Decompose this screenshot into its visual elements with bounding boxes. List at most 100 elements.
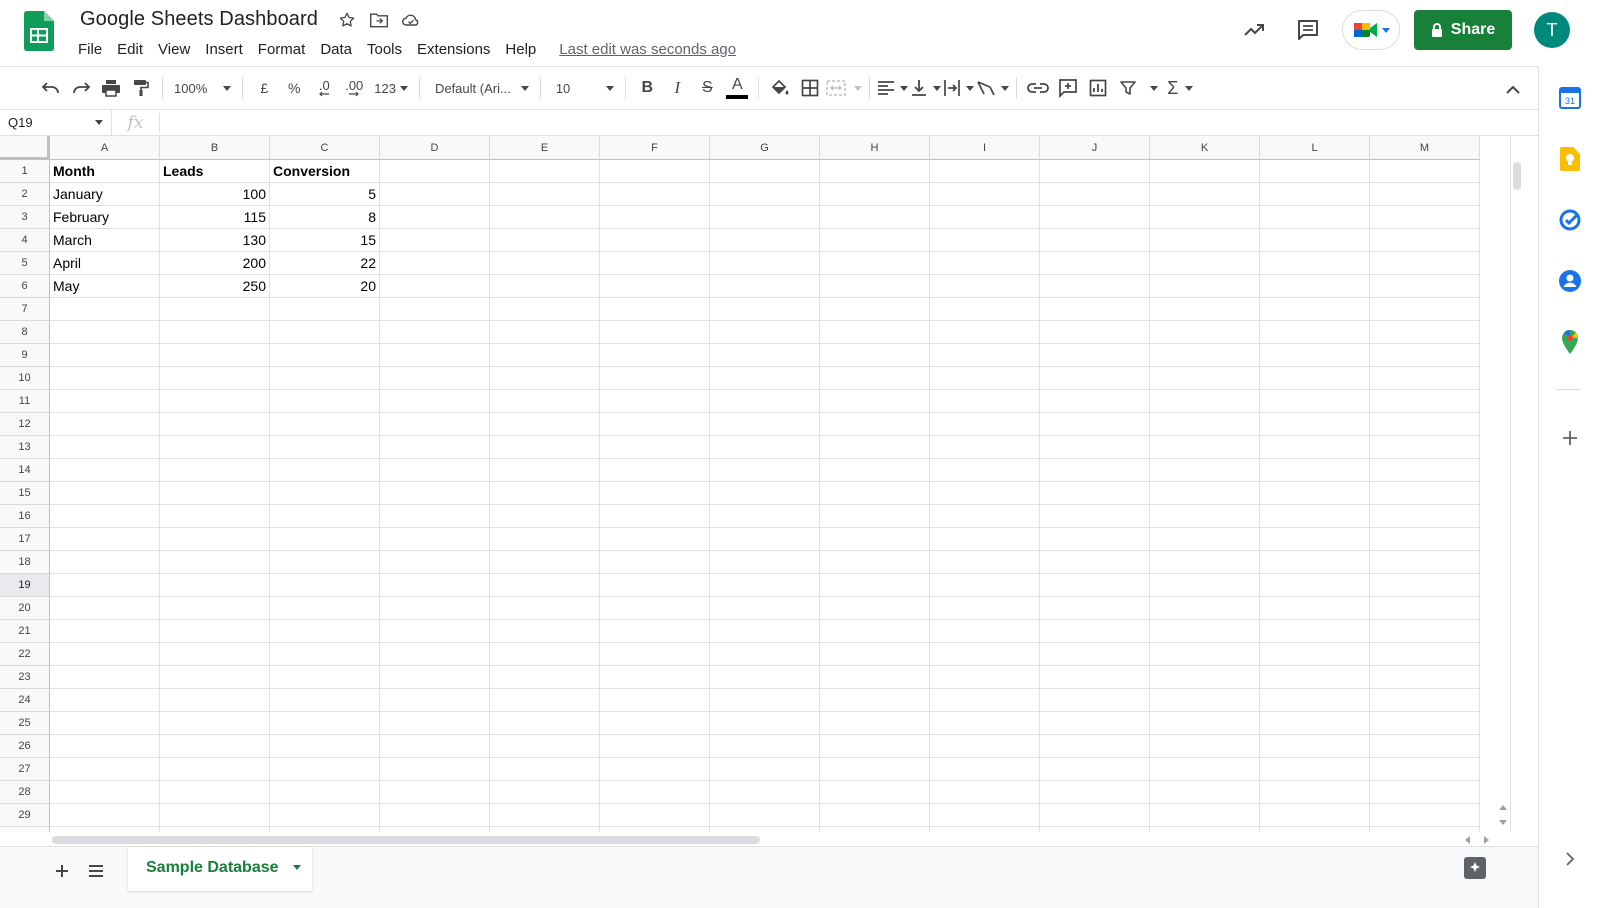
row-header[interactable]: 29 (0, 804, 50, 827)
name-box[interactable]: Q19 (0, 109, 112, 136)
cell-d3[interactable] (380, 206, 490, 229)
cell-i26[interactable] (930, 735, 1040, 758)
cell-b27[interactable] (160, 758, 270, 781)
cell-e2[interactable] (490, 183, 600, 206)
insert-chart-icon[interactable] (1084, 73, 1112, 103)
row-header[interactable]: 30 (0, 827, 50, 832)
text-rotation-icon[interactable] (976, 73, 1010, 103)
cell-f2[interactable] (600, 183, 710, 206)
column-header-c[interactable]: C (270, 136, 380, 160)
cell-h1[interactable] (820, 160, 930, 183)
cell-h17[interactable] (820, 528, 930, 551)
cell-f27[interactable] (600, 758, 710, 781)
cell-j8[interactable] (1040, 321, 1150, 344)
cell-i10[interactable] (930, 367, 1040, 390)
cell-b3[interactable]: 115 (160, 206, 270, 229)
text-wrapping-icon[interactable] (943, 73, 975, 103)
cell-l2[interactable] (1260, 183, 1370, 206)
cell-a22[interactable] (50, 643, 160, 666)
cell-c14[interactable] (270, 459, 380, 482)
cell-e22[interactable] (490, 643, 600, 666)
cell-e19[interactable] (490, 574, 600, 597)
row-header[interactable]: 14 (0, 459, 50, 482)
cell-f3[interactable] (600, 206, 710, 229)
cell-h9[interactable] (820, 344, 930, 367)
cell-m11[interactable] (1370, 390, 1480, 413)
cell-l1[interactable] (1260, 160, 1370, 183)
move-folder-icon[interactable] (367, 9, 391, 31)
cell-j1[interactable] (1040, 160, 1150, 183)
cell-h7[interactable] (820, 298, 930, 321)
cell-i28[interactable] (930, 781, 1040, 804)
cell-c5[interactable]: 22 (270, 252, 380, 275)
cell-a24[interactable] (50, 689, 160, 712)
cell-j12[interactable] (1040, 413, 1150, 436)
cell-m4[interactable] (1370, 229, 1480, 252)
cell-b2[interactable]: 100 (160, 183, 270, 206)
cell-b17[interactable] (160, 528, 270, 551)
column-header-m[interactable]: M (1370, 136, 1480, 160)
scroll-down-icon[interactable] (1499, 820, 1507, 826)
cell-l8[interactable] (1260, 321, 1370, 344)
cell-g5[interactable] (710, 252, 820, 275)
cell-f14[interactable] (600, 459, 710, 482)
cell-f5[interactable] (600, 252, 710, 275)
cell-e8[interactable] (490, 321, 600, 344)
cell-l15[interactable] (1260, 482, 1370, 505)
cell-e21[interactable] (490, 620, 600, 643)
cell-k23[interactable] (1150, 666, 1260, 689)
cell-g9[interactable] (710, 344, 820, 367)
cell-h18[interactable] (820, 551, 930, 574)
cell-j7[interactable] (1040, 298, 1150, 321)
cell-k21[interactable] (1150, 620, 1260, 643)
cell-j17[interactable] (1040, 528, 1150, 551)
cell-i27[interactable] (930, 758, 1040, 781)
menu-help[interactable]: Help (505, 38, 544, 61)
cell-i8[interactable] (930, 321, 1040, 344)
cell-b15[interactable] (160, 482, 270, 505)
cell-g14[interactable] (710, 459, 820, 482)
cell-f1[interactable] (600, 160, 710, 183)
cell-b26[interactable] (160, 735, 270, 758)
cell-c16[interactable] (270, 505, 380, 528)
cell-k12[interactable] (1150, 413, 1260, 436)
cell-g28[interactable] (710, 781, 820, 804)
row-header[interactable]: 24 (0, 689, 50, 712)
column-header-k[interactable]: K (1150, 136, 1260, 160)
redo-icon[interactable] (67, 73, 95, 103)
cell-h5[interactable] (820, 252, 930, 275)
cell-k17[interactable] (1150, 528, 1260, 551)
cell-m16[interactable] (1370, 505, 1480, 528)
cell-c11[interactable] (270, 390, 380, 413)
cell-e16[interactable] (490, 505, 600, 528)
cell-h28[interactable] (820, 781, 930, 804)
cell-h20[interactable] (820, 597, 930, 620)
cell-h21[interactable] (820, 620, 930, 643)
cell-k24[interactable] (1150, 689, 1260, 712)
meet-button[interactable] (1342, 10, 1400, 50)
cell-m15[interactable] (1370, 482, 1480, 505)
cell-e1[interactable] (490, 160, 600, 183)
cell-d20[interactable] (380, 597, 490, 620)
cell-b29[interactable] (160, 804, 270, 827)
cell-i23[interactable] (930, 666, 1040, 689)
cell-b16[interactable] (160, 505, 270, 528)
cell-k6[interactable] (1150, 275, 1260, 298)
cell-g1[interactable] (710, 160, 820, 183)
row-header[interactable]: 15 (0, 482, 50, 505)
cell-a21[interactable] (50, 620, 160, 643)
comments-icon[interactable] (1288, 10, 1328, 50)
cell-c22[interactable] (270, 643, 380, 666)
contacts-icon[interactable] (1558, 269, 1582, 293)
cell-c1[interactable]: Conversion (270, 160, 380, 183)
cell-j2[interactable] (1040, 183, 1150, 206)
undo-icon[interactable] (37, 73, 65, 103)
cell-e7[interactable] (490, 298, 600, 321)
functions-button[interactable]: Σ (1166, 73, 1194, 103)
cell-f19[interactable] (600, 574, 710, 597)
cell-h26[interactable] (820, 735, 930, 758)
cell-f6[interactable] (600, 275, 710, 298)
row-header[interactable]: 18 (0, 551, 50, 574)
cell-g26[interactable] (710, 735, 820, 758)
row-header[interactable]: 21 (0, 620, 50, 643)
